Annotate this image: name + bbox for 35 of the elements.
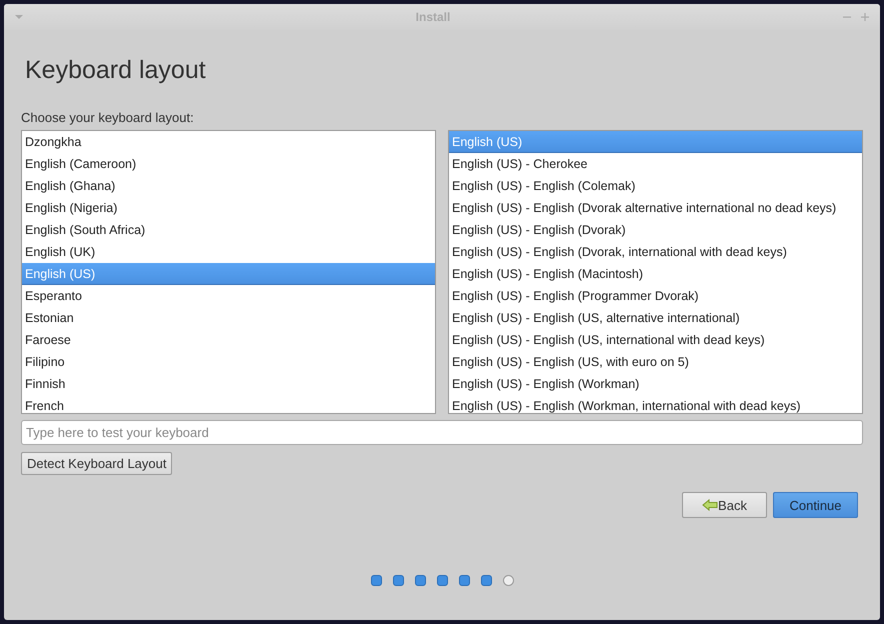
- language-item[interactable]: Filipino: [22, 351, 435, 373]
- prompt-label: Choose your keyboard layout:: [21, 110, 195, 126]
- language-item[interactable]: Estonian: [22, 307, 435, 329]
- variant-item[interactable]: English (US) - English (US, alternative international): [449, 307, 862, 329]
- language-item[interactable]: Esperanto: [22, 285, 435, 307]
- maximize-icon[interactable]: [860, 12, 870, 22]
- left-arrow-icon: [702, 499, 718, 511]
- language-item[interactable]: Finnish: [22, 373, 435, 395]
- language-item[interactable]: Dzongkha: [22, 131, 435, 153]
- variant-list[interactable]: [448, 130, 863, 414]
- variant-item[interactable]: English (US) - English (Programmer Dvorak): [449, 285, 862, 307]
- language-list[interactable]: Dzongkha English (Cameroon) English (Ghana) English (Nigeria) English (South Africa) English (UK) English (US) Esperanto Estonian Faroese Filipino Finnish French: [21, 130, 436, 414]
- menu-caret-icon[interactable]: [14, 14, 24, 20]
- detect-layout-button[interactable]: Detect Keyboard Layout: [21, 452, 172, 475]
- variant-item[interactable]: English (US) - English (Workman, international with dead keys): [449, 395, 862, 413]
- language-item[interactable]: English (Cameroon): [22, 153, 435, 175]
- language-item[interactable]: English (UK): [22, 241, 435, 263]
- variant-item[interactable]: English (US) - English (Colemak): [449, 175, 862, 197]
- language-item[interactable]: English (South Africa): [22, 219, 435, 241]
- back-button[interactable]: Back: [682, 492, 767, 518]
- continue-button[interactable]: Continue: [773, 492, 858, 518]
- variant-item[interactable]: English (US) - English (US, with euro on 5): [449, 351, 862, 373]
- language-item[interactable]: English (Ghana): [22, 175, 435, 197]
- variant-item[interactable]: English (US) - English (Macintosh): [449, 263, 862, 285]
- page-heading: Keyboard layout: [25, 55, 207, 86]
- variant-item[interactable]: English (US) - English (US, international with dead keys): [449, 329, 862, 351]
- variant-item[interactable]: English (US) - Cherokee: [449, 153, 862, 175]
- language-item[interactable]: Faroese: [22, 329, 435, 351]
- variant-item[interactable]: English (US) - English (Dvorak alternative international no dead keys): [449, 197, 862, 219]
- variant-item[interactable]: English (US) - English (Dvorak, international with dead keys): [449, 241, 862, 263]
- variant-item[interactable]: English (US) - English (Workman): [449, 373, 862, 395]
- language-item[interactable]: English (Nigeria): [22, 197, 435, 219]
- variant-item[interactable]: English (US) - English (Dvorak): [449, 219, 862, 241]
- language-item[interactable]: French: [22, 395, 435, 413]
- test-input-field[interactable]: Type here to test your keyboard: [21, 420, 863, 445]
